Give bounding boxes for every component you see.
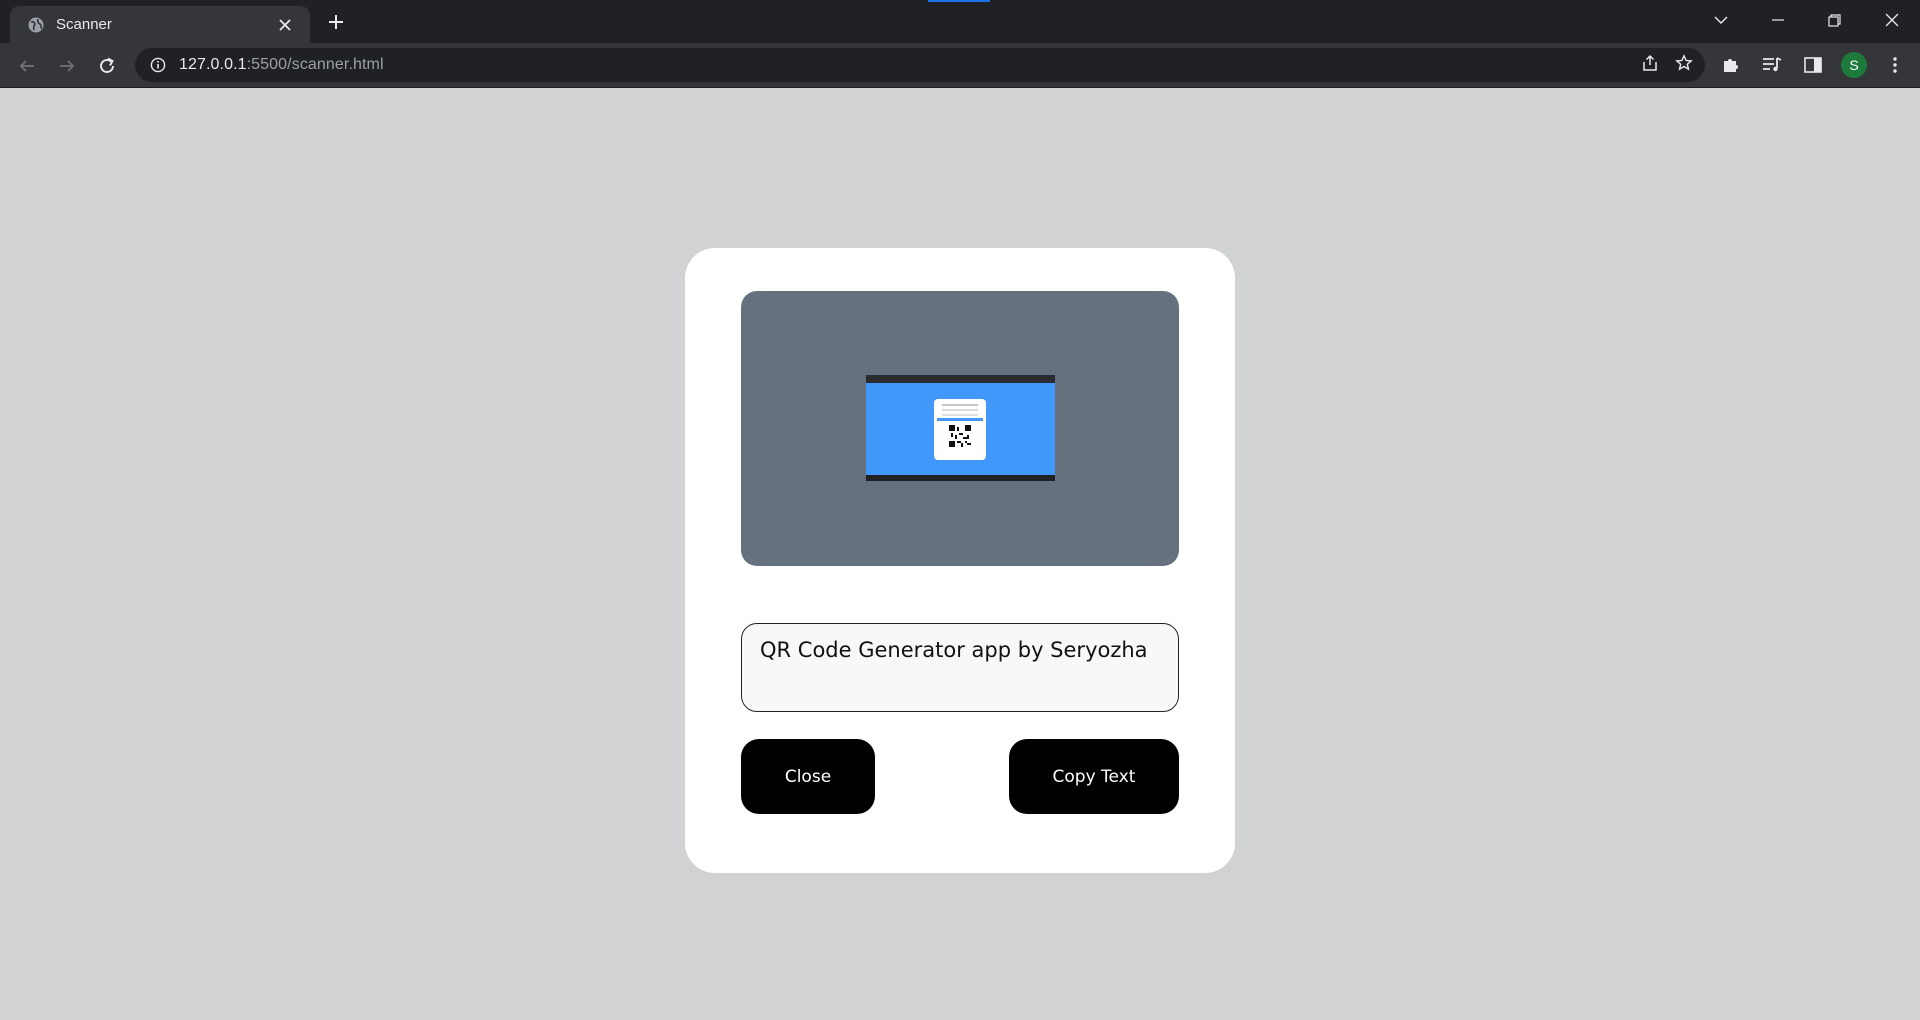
- qr-code-icon: [949, 425, 971, 447]
- tab-title: Scanner: [56, 16, 112, 33]
- avatar: S: [1841, 52, 1867, 78]
- close-tab-icon[interactable]: [274, 14, 296, 36]
- window-controls: [1692, 0, 1920, 40]
- forward-arrow-icon[interactable]: [51, 50, 83, 82]
- back-arrow-icon[interactable]: [11, 50, 43, 82]
- share-icon[interactable]: [1641, 54, 1659, 77]
- browser-toolbar: 127.0.0.1:5500/scanner.html S: [0, 43, 1920, 88]
- uploaded-screenshot-thumbnail: [866, 375, 1055, 481]
- page-background: QR Code Generator app by Seryozha Close …: [0, 89, 1920, 1020]
- thumbnail-button: [937, 418, 983, 421]
- profile-avatar[interactable]: S: [1838, 49, 1870, 81]
- copy-text-button[interactable]: Copy Text: [1009, 739, 1179, 814]
- result-text-area[interactable]: QR Code Generator app by Seryozha: [741, 623, 1179, 712]
- thumbnail-qr-card: [934, 399, 986, 460]
- globe-icon: [26, 15, 46, 35]
- browser-tabstrip: Scanner: [0, 0, 1920, 43]
- close-window-icon[interactable]: [1863, 0, 1920, 40]
- restore-icon[interactable]: [1806, 0, 1863, 40]
- extension-area: S: [1715, 49, 1911, 81]
- url-text: 127.0.0.1:5500/scanner.html: [179, 56, 384, 74]
- site-info-icon[interactable]: [149, 56, 167, 74]
- reload-icon[interactable]: [91, 50, 123, 82]
- browser-tab[interactable]: Scanner: [10, 6, 310, 43]
- media-control-icon[interactable]: [1756, 49, 1788, 81]
- thumbnail-browser-bar: [866, 375, 1055, 383]
- url-path: :5500/scanner.html: [246, 56, 384, 73]
- thumbnail-line: [942, 409, 978, 411]
- scan-preview[interactable]: [741, 291, 1179, 566]
- tab-search-icon[interactable]: [1692, 0, 1749, 40]
- new-tab-button[interactable]: [322, 8, 350, 36]
- thumbnail-taskbar: [866, 475, 1055, 481]
- tabstrip-accent: [928, 0, 990, 2]
- close-button[interactable]: Close: [741, 739, 875, 814]
- side-panel-icon[interactable]: [1797, 49, 1829, 81]
- thumbnail-line: [942, 414, 978, 416]
- bookmark-star-icon[interactable]: [1675, 53, 1693, 77]
- browser-menu-icon[interactable]: [1879, 49, 1911, 81]
- extensions-puzzle-icon[interactable]: [1715, 49, 1747, 81]
- thumbnail-line: [942, 404, 978, 406]
- scanner-card: QR Code Generator app by Seryozha Close …: [685, 248, 1235, 873]
- url-host: 127.0.0.1: [179, 56, 247, 73]
- address-bar[interactable]: 127.0.0.1:5500/scanner.html: [135, 48, 1705, 82]
- minimize-icon[interactable]: [1749, 0, 1806, 40]
